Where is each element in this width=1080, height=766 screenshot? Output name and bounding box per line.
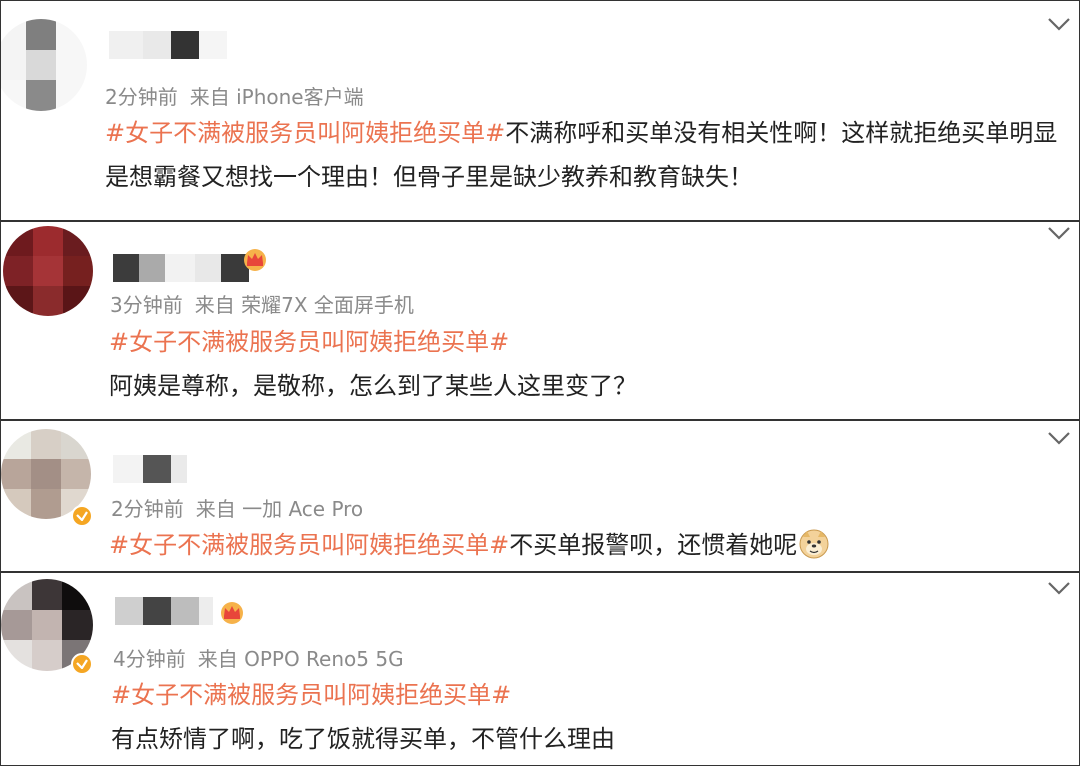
chevron-down-icon[interactable] (1047, 431, 1071, 445)
verified-badge-icon (71, 505, 93, 527)
comment-card: 2分钟前 来自 一加 Ace Pro #女子不满被服务员叫阿姨拒绝买单#不买单报警… (0, 420, 1080, 572)
hashtag-link[interactable]: #女子不满被服务员叫阿姨拒绝买单# (105, 119, 505, 147)
vip-crown-icon[interactable] (219, 600, 245, 624)
source-device: 荣耀7X 全面屏手机 (241, 293, 414, 317)
username-blurred[interactable] (113, 455, 187, 483)
comment-feed: 2分钟前 来自 iPhone客户端 #女子不满被服务员叫阿姨拒绝买单#不满称呼和买… (0, 0, 1080, 766)
avatar[interactable] (1, 19, 87, 111)
comment-meta: 2分钟前 来自 iPhone客户端 (105, 81, 364, 110)
comment-meta: 4分钟前 来自 OPPO Reno5 5G (113, 643, 404, 672)
doge-emoji-icon (799, 529, 829, 571)
source-prefix: 来自 (195, 497, 236, 521)
timestamp: 3分钟前 (110, 293, 183, 317)
comment-card: 4分钟前 来自 OPPO Reno5 5G #女子不满被服务员叫阿姨拒绝买单# 有… (0, 572, 1080, 766)
comment-text: #女子不满被服务员叫阿姨拒绝买单# 有点矫情了啊，吃了饭就得买单，不管什么理由 (111, 673, 1061, 761)
avatar[interactable] (3, 226, 93, 316)
comment-card: 2分钟前 来自 iPhone客户端 #女子不满被服务员叫阿姨拒绝买单#不满称呼和买… (0, 0, 1080, 221)
username-blurred[interactable] (113, 254, 249, 282)
source-prefix: 来自 (189, 85, 230, 109)
timestamp: 2分钟前 (105, 85, 178, 109)
timestamp: 4分钟前 (113, 647, 186, 671)
chevron-down-icon[interactable] (1047, 226, 1071, 240)
comment-card: 3分钟前 来自 荣耀7X 全面屏手机 #女子不满被服务员叫阿姨拒绝买单# 阿姨是尊… (0, 221, 1080, 420)
comment-text: #女子不满被服务员叫阿姨拒绝买单# 阿姨是尊称，是敬称，怎么到了某些人这里变了？ (109, 320, 1059, 408)
source-device: iPhone客户端 (236, 85, 364, 109)
source-prefix: 来自 (197, 647, 238, 671)
comment-text: #女子不满被服务员叫阿姨拒绝买单#不满称呼和买单没有相关性啊！这样就拒绝买单明显… (105, 111, 1067, 199)
username-blurred[interactable] (109, 31, 227, 59)
comment-body: 不买单报警呗，还惯着她呢 (509, 531, 798, 559)
verified-badge-icon (71, 653, 93, 675)
timestamp: 2分钟前 (111, 497, 184, 521)
chevron-down-icon[interactable] (1047, 581, 1071, 595)
username-blurred[interactable] (115, 597, 213, 625)
comment-meta: 3分钟前 来自 荣耀7X 全面屏手机 (110, 289, 414, 318)
source-device: 一加 Ace Pro (242, 497, 364, 521)
chevron-down-icon[interactable] (1047, 17, 1071, 31)
source-device: OPPO Reno5 5G (244, 647, 404, 671)
comment-meta: 2分钟前 来自 一加 Ace Pro (111, 493, 363, 522)
hashtag-link[interactable]: #女子不满被服务员叫阿姨拒绝买单# (109, 320, 1059, 364)
comment-text: #女子不满被服务员叫阿姨拒绝买单#不买单报警呗，还惯着她呢 (109, 523, 1059, 571)
hashtag-link[interactable]: #女子不满被服务员叫阿姨拒绝买单# (109, 531, 509, 559)
vip-crown-icon[interactable] (242, 247, 268, 271)
source-prefix: 来自 (194, 293, 235, 317)
comment-body: 阿姨是尊称，是敬称，怎么到了某些人这里变了？ (109, 372, 637, 400)
hashtag-link[interactable]: #女子不满被服务员叫阿姨拒绝买单# (111, 673, 1061, 717)
comment-body: 有点矫情了啊，吃了饭就得买单，不管什么理由 (111, 725, 615, 753)
